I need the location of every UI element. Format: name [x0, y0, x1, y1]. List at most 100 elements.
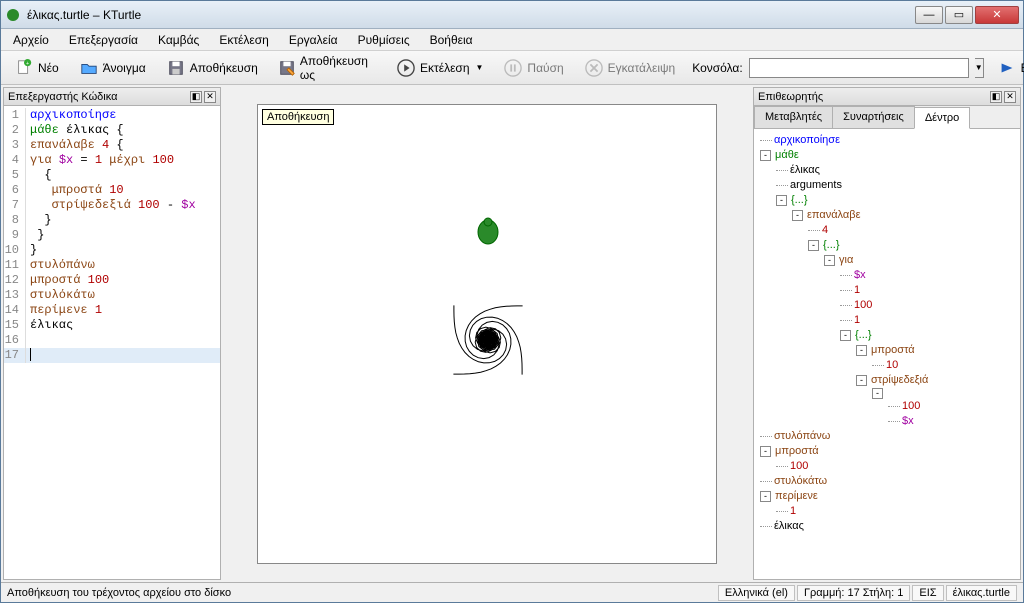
tree-label: για — [839, 253, 853, 268]
tree-toggle-icon[interactable]: - — [840, 330, 851, 341]
execute-button[interactable]: Εκτέλεση — [990, 55, 1024, 81]
tab-δέντρο[interactable]: Δέντρο — [914, 107, 970, 129]
tree-toggle-icon[interactable]: - — [776, 195, 787, 206]
menu-εργαλεία[interactable]: Εργαλεία — [281, 31, 346, 49]
menu-καμβάς[interactable]: Καμβάς — [150, 31, 207, 49]
tree-label: {...} — [791, 193, 808, 208]
editor-line[interactable]: 17 — [4, 348, 220, 363]
tree-row[interactable]: -μάθε — [756, 148, 1018, 163]
editor-line[interactable]: 11στυλόπάνω — [4, 258, 220, 273]
pause-button[interactable]: Παύση — [496, 55, 570, 81]
editor-line[interactable]: 7 στρίψεδεξιά 100 - $x — [4, 198, 220, 213]
tree-row[interactable]: 100 — [756, 459, 1018, 474]
saveas-label: Αποθήκευση ως — [300, 54, 370, 82]
console-input[interactable] — [749, 58, 969, 78]
maximize-button[interactable]: ▭ — [945, 6, 973, 24]
run-button[interactable]: Εκτέλεση ▼ — [389, 55, 490, 81]
editor-line[interactable]: 9 } — [4, 228, 220, 243]
save-label: Αποθήκευση — [190, 61, 258, 75]
execute-icon — [997, 58, 1017, 78]
tree-row[interactable]: -στρίψεδεξιά — [756, 373, 1018, 388]
menu-αρχείο[interactable]: Αρχείο — [5, 31, 57, 49]
tree-row[interactable]: $x — [756, 268, 1018, 283]
code-editor[interactable]: 1αρχικοποίησε2μάθε έλικας {3επανάλαβε 4 … — [4, 106, 220, 579]
toolbar: + Νέο Άνοιγμα Αποθήκευση Αποθήκευση ως Ε… — [1, 51, 1023, 85]
tree-toggle-icon[interactable]: - — [856, 375, 867, 386]
tree-row[interactable]: -{...} — [756, 193, 1018, 208]
tree-row[interactable]: arguments — [756, 178, 1018, 193]
tree-row[interactable]: αρχικοποίησε — [756, 133, 1018, 148]
tree-toggle-icon[interactable]: - — [760, 491, 771, 502]
tree-row[interactable]: -{...} — [756, 328, 1018, 343]
tree-toggle-icon[interactable]: - — [792, 210, 803, 221]
close-button[interactable]: ✕ — [975, 6, 1019, 24]
stop-icon — [584, 58, 604, 78]
svg-text:+: + — [26, 60, 29, 66]
canvas-area: Αποθήκευση — [223, 85, 751, 582]
editor-line[interactable]: 5 { — [4, 168, 220, 183]
menu-εκτέλεση[interactable]: Εκτέλεση — [211, 31, 277, 49]
console-dropdown-icon[interactable]: ▼ — [975, 58, 984, 78]
tree-toggle-icon[interactable]: - — [760, 150, 771, 161]
saveas-button[interactable]: Αποθήκευση ως — [271, 51, 377, 85]
editor-line[interactable]: 4για $x = 1 μέχρι 100 — [4, 153, 220, 168]
abort-button[interactable]: Εγκατάλειψη — [577, 55, 683, 81]
tree-toggle-icon[interactable]: - — [872, 388, 883, 399]
tree-row[interactable]: -επανάλαβε — [756, 208, 1018, 223]
tree-row[interactable]: 1 — [756, 313, 1018, 328]
tree-row[interactable]: 4 — [756, 223, 1018, 238]
tree-toggle-icon[interactable]: - — [760, 446, 771, 457]
tree-row[interactable]: - — [756, 388, 1018, 399]
save-button[interactable]: Αποθήκευση — [159, 55, 265, 81]
open-button[interactable]: Άνοιγμα — [72, 55, 153, 81]
menu-ρυθμίσεις[interactable]: Ρυθμίσεις — [350, 31, 418, 49]
menu-επεξεργασία[interactable]: Επεξεργασία — [61, 31, 146, 49]
tree-row[interactable]: -μπροστά — [756, 343, 1018, 358]
tree-row[interactable]: 100 — [756, 399, 1018, 414]
tab-συναρτήσεις[interactable]: Συναρτήσεις — [832, 106, 915, 128]
panel-undock-button[interactable]: ◧ — [990, 91, 1002, 103]
tree-row[interactable]: έλικας — [756, 163, 1018, 178]
tree-row[interactable]: -{...} — [756, 238, 1018, 253]
editor-line[interactable]: 13στυλόκάτω — [4, 288, 220, 303]
turtle-icon — [478, 218, 498, 244]
tree-row[interactable]: 1 — [756, 504, 1018, 519]
tree-row[interactable]: έλικας — [756, 519, 1018, 534]
tree-toggle-icon[interactable]: - — [824, 255, 835, 266]
editor-line[interactable]: 2μάθε έλικας { — [4, 123, 220, 138]
menu-βοήθεια[interactable]: Βοήθεια — [422, 31, 481, 49]
tree-row[interactable]: -μπροστά — [756, 444, 1018, 459]
editor-line[interactable]: 1αρχικοποίησε — [4, 108, 220, 123]
inspector-tree[interactable]: αρχικοποίησε-μάθεέλικαςarguments-{...}-ε… — [754, 129, 1020, 579]
editor-line[interactable]: 3επανάλαβε 4 { — [4, 138, 220, 153]
editor-line[interactable]: 16 — [4, 333, 220, 348]
abort-label: Εγκατάλειψη — [608, 61, 676, 75]
tree-row[interactable]: 10 — [756, 358, 1018, 373]
editor-line[interactable]: 14περίμενε 1 — [4, 303, 220, 318]
folder-open-icon — [79, 58, 99, 78]
run-dropdown-icon[interactable]: ▼ — [476, 63, 484, 72]
panel-close-button[interactable]: ✕ — [204, 91, 216, 103]
tree-row[interactable]: -περίμενε — [756, 489, 1018, 504]
tree-row[interactable]: 1 — [756, 283, 1018, 298]
editor-line[interactable]: 12μπροστά 100 — [4, 273, 220, 288]
panel-close-button[interactable]: ✕ — [1004, 91, 1016, 103]
tree-row[interactable]: στυλόκάτω — [756, 474, 1018, 489]
tab-μεταβλητές[interactable]: Μεταβλητές — [754, 106, 833, 128]
tree-row[interactable]: $x — [756, 414, 1018, 429]
tree-row[interactable]: 100 — [756, 298, 1018, 313]
editor-line[interactable]: 8 } — [4, 213, 220, 228]
editor-line[interactable]: 10} — [4, 243, 220, 258]
editor-line[interactable]: 6 μπροστά 10 — [4, 183, 220, 198]
tree-row[interactable]: στυλόπάνω — [756, 429, 1018, 444]
panel-undock-button[interactable]: ◧ — [190, 91, 202, 103]
tree-row[interactable]: -για — [756, 253, 1018, 268]
tree-toggle-icon[interactable]: - — [808, 240, 819, 251]
new-button[interactable]: + Νέο — [7, 55, 66, 81]
tree-label: 1 — [854, 283, 860, 298]
minimize-button[interactable]: — — [915, 6, 943, 24]
turtle-drawing — [258, 105, 718, 565]
line-number: 6 — [4, 183, 26, 198]
tree-toggle-icon[interactable]: - — [856, 345, 867, 356]
editor-line[interactable]: 15έλικας — [4, 318, 220, 333]
